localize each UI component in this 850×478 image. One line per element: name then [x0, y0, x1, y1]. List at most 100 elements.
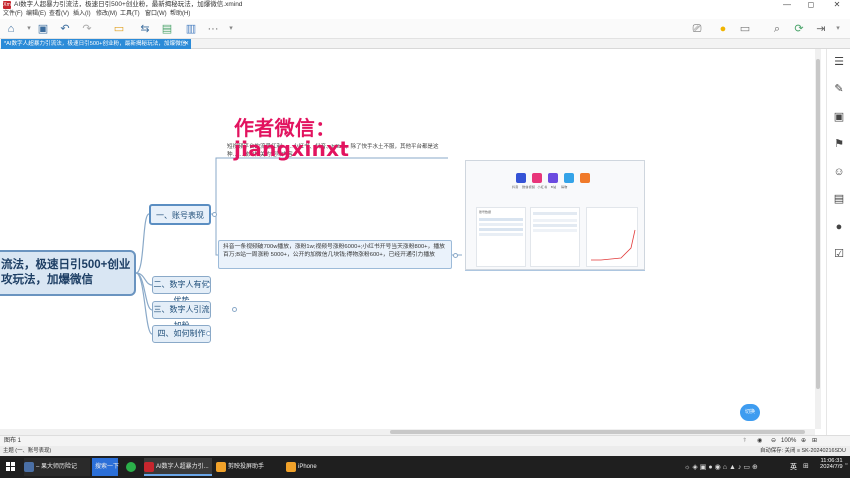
- vertical-scrollbar[interactable]: [815, 49, 821, 429]
- projector-app-icon: [216, 462, 226, 472]
- taskbar-iphone[interactable]: iPhone: [286, 458, 326, 476]
- system-tray-icons[interactable]: ☼◈▣●◉⌂▲♪▭⊕: [684, 463, 760, 471]
- xiaohongshu-app-icon: [548, 173, 558, 183]
- taskbar-item-notes[interactable]: – 果大师历险记: [24, 458, 90, 476]
- topic-account-performance[interactable]: 一、账号表现: [149, 204, 211, 225]
- root-topic-line2: 攻玩法，加爆微信: [1, 274, 93, 286]
- taskbar-wechat[interactable]: [124, 458, 138, 476]
- topic-lead-generation[interactable]: 三、数字人引流加粉: [152, 301, 211, 330]
- menu-help[interactable]: 帮助(H): [170, 10, 190, 19]
- taskbar-xmind[interactable]: AI数字人超暴力引...: [144, 458, 212, 476]
- horizontal-scroll-thumb[interactable]: [390, 430, 805, 434]
- stats-panel-left: 账号数据: [476, 207, 526, 267]
- save-icon[interactable]: ▣: [36, 22, 50, 36]
- undo-icon[interactable]: ↶: [58, 22, 72, 36]
- export-icon[interactable]: ⇥: [814, 22, 828, 36]
- sheet-bar: 图布 1 ⍒ ◉ ⊖ 100% ⊕ ⊞: [0, 435, 850, 446]
- dewu-app-icon: [580, 173, 590, 183]
- notes-app-icon: [24, 462, 34, 472]
- topic-advantages[interactable]: 二、数字人有何优势: [152, 276, 211, 305]
- watermark-line1: 作者微信：: [234, 116, 336, 140]
- connector-lines: [135, 157, 645, 335]
- outline-icon[interactable]: ▭: [738, 22, 752, 36]
- video-app-icon: [532, 173, 542, 183]
- windows-taskbar: – 果大师历险记 搜索一下 AI数字人超暴力引... 剪映投屏助手 iPhone…: [0, 456, 850, 478]
- topic-how-to-make[interactable]: 四、如何制作: [152, 325, 211, 343]
- task-icon[interactable]: ☑: [832, 247, 846, 261]
- status-bar: 主题 (一、账号表现) 自动保存: 关闭 ≡ SK-20240216SDU: [0, 446, 850, 456]
- toolbar: ⌂ ▾ ▣ ↶ ↷ ▭ ⇆ ▤ ▥ ··· ▾ ⎚ ● ▭ ⌕ ⟳ ⇥ ▾: [0, 19, 850, 39]
- export-dropdown-icon[interactable]: ▾: [831, 22, 845, 36]
- watermark-line2: jiangxinxt: [234, 137, 350, 161]
- embedded-screenshot-image[interactable]: 抖音 微信视频 小红书 B站 得物 账号数据: [465, 160, 645, 270]
- collapse-toggle-1[interactable]: [212, 212, 217, 217]
- subtopic-detail[interactable]: 抖音一条视频破700w播放，涨粉1w;视频号涨粉6000+;小红书开号当天涨粉8…: [218, 240, 452, 269]
- presentation-icon[interactable]: ⎚: [690, 22, 704, 36]
- collapse-toggle-4[interactable]: [206, 331, 211, 336]
- stats-panel-middle: [530, 207, 580, 267]
- search-icon[interactable]: ⌕: [770, 22, 784, 36]
- image-icon[interactable]: ▣: [832, 110, 846, 124]
- icon-library-icon[interactable]: ☺: [832, 165, 846, 179]
- window-title: AI数字人超暴力引流法，极速日引500+创业粉，最新揭秘玩法，加爆微信.xmin…: [14, 1, 243, 8]
- flag-icon[interactable]: ⚑: [832, 137, 846, 151]
- menu-window[interactable]: 窗口(W): [145, 10, 167, 19]
- xmind-taskbar-icon: [144, 462, 154, 472]
- menu-modify[interactable]: 修改(M): [96, 10, 117, 19]
- summary-icon[interactable]: ▥: [184, 22, 198, 36]
- tab-document[interactable]: *AI数字人超暴力引流法，极速日引500+创业粉，最新揭秘玩法，加爆微信 ✕: [1, 39, 191, 49]
- comments-icon[interactable]: ●: [832, 220, 846, 234]
- share-icon[interactable]: ⟳: [792, 22, 806, 36]
- app-labels: 抖音 微信视频 小红书 B站 得物: [512, 185, 568, 189]
- notification-icon[interactable]: ▫: [845, 461, 847, 468]
- maximize-button[interactable]: ◻: [802, 0, 820, 10]
- more-dropdown-icon[interactable]: ▾: [224, 22, 238, 36]
- right-side-panel: ☰ ✎ ▣ ⚑ ☺ ▤ ● ☑: [826, 49, 850, 435]
- notes-icon[interactable]: ▤: [832, 192, 846, 206]
- bilibili-app-icon: [564, 173, 574, 183]
- collapse-toggle-2[interactable]: [206, 282, 211, 287]
- menu-edit[interactable]: 编辑(E): [26, 10, 46, 19]
- home-icon[interactable]: ⌂: [4, 22, 18, 36]
- input-language[interactable]: 英: [790, 462, 797, 472]
- ime-grid-icon[interactable]: ⊞: [803, 462, 809, 470]
- douyin-app-icon: [516, 173, 526, 183]
- app-icon-row: 抖音 微信视频 小红书 B站 得物: [512, 173, 596, 199]
- redo-icon[interactable]: ↷: [80, 22, 94, 36]
- idea-bulb-icon[interactable]: ●: [716, 22, 730, 36]
- home-dropdown-icon[interactable]: ▾: [22, 22, 36, 36]
- clock[interactable]: 11:06:31 2024/7/9: [820, 458, 843, 470]
- topic-icon[interactable]: ▭: [112, 22, 126, 36]
- tab-close-icon[interactable]: ✕: [184, 39, 189, 49]
- wechat-icon: [126, 462, 136, 472]
- xmind-app-icon: Xm: [3, 1, 11, 9]
- menu-view[interactable]: 查看(V): [49, 10, 69, 19]
- watermark: 作者微信： jiangxinxt: [234, 118, 349, 160]
- document-tab-bar: *AI数字人超暴力引流法，极速日引500+创业粉，最新揭秘玩法，加爆微信 ✕: [0, 39, 850, 49]
- tab-label: *AI数字人超暴力引流法，极速日引500+创业粉，最新揭秘玩法，加爆微信: [4, 41, 187, 47]
- menu-insert[interactable]: 插入(I): [73, 10, 91, 19]
- menu-tools[interactable]: 工具(T): [120, 10, 140, 19]
- relationship-icon[interactable]: ⇆: [138, 22, 152, 36]
- floating-switch-button[interactable]: 切换: [740, 404, 760, 421]
- vertical-scroll-thumb[interactable]: [816, 59, 820, 389]
- root-topic[interactable]: 流法，极速日引500+创业 攻玩法，加爆微信: [0, 250, 136, 296]
- clock-date: 2024/7/9: [820, 464, 843, 470]
- title-bar: Xm AI数字人超暴力引流法，极速日引500+创业粉，最新揭秘玩法，加爆微信.x…: [0, 0, 850, 10]
- root-topic-line1: 流法，极速日引500+创业: [1, 259, 131, 271]
- mindmap-canvas[interactable]: 流法，极速日引500+创业 攻玩法，加爆微信 一、账号表现 二、数字人有何优势 …: [0, 49, 821, 429]
- iphone-app-icon: [286, 462, 296, 472]
- boundary-icon[interactable]: ▤: [160, 22, 174, 36]
- taskbar-search[interactable]: 搜索一下: [92, 458, 119, 476]
- menu-file[interactable]: 文件(F): [3, 10, 23, 19]
- close-button[interactable]: ✕: [828, 0, 846, 10]
- taskbar-projector[interactable]: 剪映投屏助手: [216, 458, 280, 476]
- more-icon[interactable]: ···: [206, 22, 220, 36]
- minimize-button[interactable]: —: [778, 0, 796, 10]
- windows-start-icon[interactable]: [6, 462, 16, 472]
- collapse-toggle-3[interactable]: [232, 307, 237, 312]
- status-selected-topic: 主题 (一、账号表现): [3, 448, 52, 454]
- format-panel-icon[interactable]: ☰: [832, 55, 846, 69]
- style-brush-icon[interactable]: ✎: [832, 82, 846, 96]
- collapse-toggle-detail[interactable]: [453, 253, 458, 258]
